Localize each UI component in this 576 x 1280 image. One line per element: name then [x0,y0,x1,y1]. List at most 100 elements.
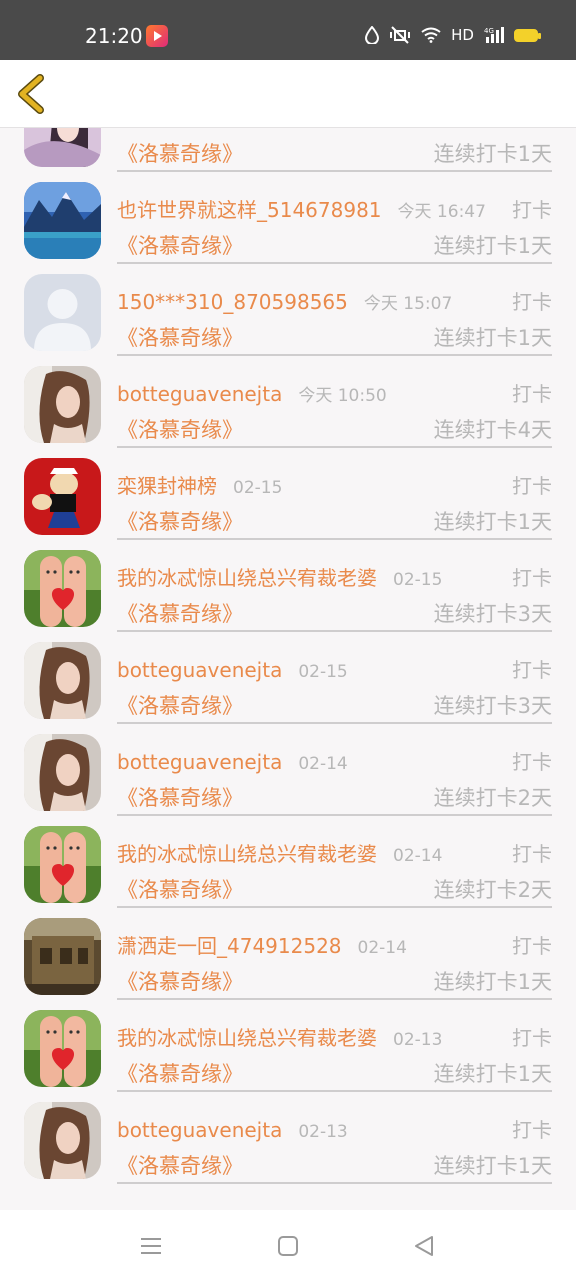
checkin-row[interactable]: 我的冰忒惊山绕总兴宥裁老婆 02-14 打卡《洛慕奇缘》 连续打卡2天 [0,816,576,908]
row-header: 潇洒走一回_474912528 02-14 打卡 [117,930,552,960]
avatar[interactable] [24,642,101,719]
checkin-list[interactable]: 朴韩乔梓生态微今天 17:44打卡《洛慕奇缘》连续打卡1天也许世界就这样_514… [0,128,576,1210]
book-title[interactable]: 《洛慕奇缘》 [117,690,243,720]
mute-vibrate-icon [390,26,411,44]
avatar[interactable] [24,550,101,627]
row-header: botteguavenejta 今天 10:50 打卡 [117,378,552,408]
user-name[interactable]: botteguavenejta [117,658,282,682]
user-name[interactable]: botteguavenejta [117,382,282,406]
checkin-row[interactable]: botteguavenejta 02-15 打卡《洛慕奇缘》 连续打卡3天 [0,632,576,724]
checkin-row[interactable]: 也许世界就这样_514678981 今天 16:47 打卡 《洛慕奇缘》 连续打卡1天 [0,172,576,264]
checkin-action-label: 打卡 [512,382,552,406]
checkin-action-label: 打卡 [512,474,552,498]
row-detail: 《洛慕奇缘》 连续打卡1天 [117,230,552,260]
row-detail: 《洛慕奇缘》 连续打卡4天 [117,414,552,444]
user-name[interactable]: 也许世界就这样_514678981 [117,194,382,223]
chevron-left-icon[interactable] [14,74,48,114]
avatar[interactable] [24,366,101,443]
avatar[interactable] [24,274,101,351]
user-name[interactable]: 我的冰忒惊山绕总兴宥裁老婆 [117,838,377,867]
back-triangle-icon[interactable] [410,1232,438,1260]
avatar[interactable] [24,458,101,535]
user-name[interactable]: 栾猓封神榜 [117,470,217,499]
row-detail: 《洛慕奇缘》 连续打卡1天 [117,138,552,168]
row-header: 也许世界就这样_514678981 今天 16:47 打卡 [117,194,552,224]
user-name[interactable]: 潇洒走一回_474912528 [117,930,342,959]
book-title[interactable]: 《洛慕奇缘》 [117,230,243,260]
streak-label: 连续打卡1天 [433,970,552,994]
streak-label: 连续打卡1天 [433,142,552,166]
user-name[interactable]: 150***310_870598565 [117,290,348,314]
wifi-icon [421,27,441,43]
home-square-icon[interactable] [274,1232,302,1260]
checkin-time: 02-15 [393,570,443,590]
svg-text:4G: 4G [484,27,494,35]
checkin-action-label: 打卡 [512,1026,552,1050]
system-nav-bar [0,1210,576,1280]
user-name[interactable]: botteguavenejta [117,750,282,774]
book-title[interactable]: 《洛慕奇缘》 [117,414,243,444]
checkin-row[interactable]: 潇洒走一回_474912528 02-14 打卡《洛慕奇缘》 连续打卡1天 [0,908,576,1000]
book-title[interactable]: 《洛慕奇缘》 [117,966,243,996]
checkin-time: 02-15 [233,478,283,498]
row-header: botteguavenejta 02-15 打卡 [117,654,552,684]
checkin-action-label: 打卡 [512,128,552,131]
row-detail: 《洛慕奇缘》 连续打卡1天 [117,1150,552,1180]
checkin-time: 02-14 [393,846,443,866]
row-detail: 《洛慕奇缘》 连续打卡1天 [117,322,552,352]
book-title[interactable]: 《洛慕奇缘》 [117,506,243,536]
book-title[interactable]: 《洛慕奇缘》 [117,874,243,904]
checkin-row[interactable]: 我的冰忒惊山绕总兴宥裁老婆 02-15 打卡《洛慕奇缘》 连续打卡3天 [0,540,576,632]
user-name[interactable]: botteguavenejta [117,1118,282,1142]
avatar[interactable] [24,734,101,811]
book-title[interactable]: 《洛慕奇缘》 [117,1150,243,1180]
checkin-row[interactable]: 我的冰忒惊山绕总兴宥裁老婆 02-13 打卡《洛慕奇缘》 连续打卡1天 [0,1000,576,1092]
book-title[interactable]: 《洛慕奇缘》 [117,782,243,812]
book-title[interactable]: 《洛慕奇缘》 [117,598,243,628]
row-header: 150***310_870598565 今天 15:07 打卡 [117,286,552,316]
row-detail: 《洛慕奇缘》 连续打卡1天 [117,1058,552,1088]
avatar[interactable] [24,826,101,903]
checkin-action-label: 打卡 [512,934,552,958]
streak-label: 连续打卡2天 [433,878,552,902]
checkin-row[interactable]: 栾猓封神榜 02-15 打卡《洛慕奇缘》 连续打卡1天 [0,448,576,540]
avatar[interactable] [24,918,101,995]
checkin-time: 今天 17:44 [273,128,361,130]
menu-icon[interactable] [137,1232,165,1260]
top-bar [0,60,576,128]
avatar[interactable] [24,182,101,259]
checkin-time: 02-15 [298,662,348,682]
avatar[interactable] [24,1010,101,1087]
row-header: 栾猓封神榜 02-15 打卡 [117,470,552,500]
checkin-action-label: 打卡 [512,290,552,314]
streak-label: 连续打卡4天 [433,418,552,442]
checkin-action-label: 打卡 [512,1118,552,1142]
droplet-icon [365,26,380,44]
checkin-time: 02-13 [298,1122,348,1142]
divider [117,1182,552,1184]
row-detail: 《洛慕奇缘》 连续打卡1天 [117,966,552,996]
row-detail: 《洛慕奇缘》 连续打卡3天 [117,598,552,628]
checkin-action-label: 打卡 [512,658,552,682]
checkin-row[interactable]: 朴韩乔梓生态微 今天 17:44 打卡《洛慕奇缘》 连续打卡1天 [0,128,576,172]
checkin-row[interactable]: botteguavenejta 02-14 打卡 《洛慕奇缘》 连续打卡2天 [0,724,576,816]
streak-label: 连续打卡1天 [433,234,552,258]
avatar[interactable] [24,1102,101,1179]
user-name[interactable]: 朴韩乔梓生态微 [117,128,257,131]
book-title[interactable]: 《洛慕奇缘》 [117,1058,243,1088]
checkin-row[interactable]: botteguavenejta 02-13 打卡《洛慕奇缘》 连续打卡1天 [0,1092,576,1184]
row-detail: 《洛慕奇缘》 连续打卡1天 [117,506,552,536]
book-title[interactable]: 《洛慕奇缘》 [117,322,243,352]
checkin-time: 02-13 [393,1030,443,1050]
book-title[interactable]: 《洛慕奇缘》 [117,138,243,168]
avatar[interactable] [24,128,101,167]
checkin-row[interactable]: 150***310_870598565 今天 15:07 打卡 《洛慕奇缘》 连续打卡1… [0,264,576,356]
user-name[interactable]: 我的冰忒惊山绕总兴宥裁老婆 [117,562,377,591]
checkin-time: 02-14 [357,938,407,958]
streak-label: 连续打卡3天 [433,694,552,718]
checkin-action-label: 打卡 [512,566,552,590]
checkin-row[interactable]: botteguavenejta 今天 10:50 打卡 《洛慕奇缘》 连续打卡4天 [0,356,576,448]
checkin-action-label: 打卡 [512,842,552,866]
user-name[interactable]: 我的冰忒惊山绕总兴宥裁老婆 [117,1022,377,1051]
streak-label: 连续打卡1天 [433,326,552,350]
